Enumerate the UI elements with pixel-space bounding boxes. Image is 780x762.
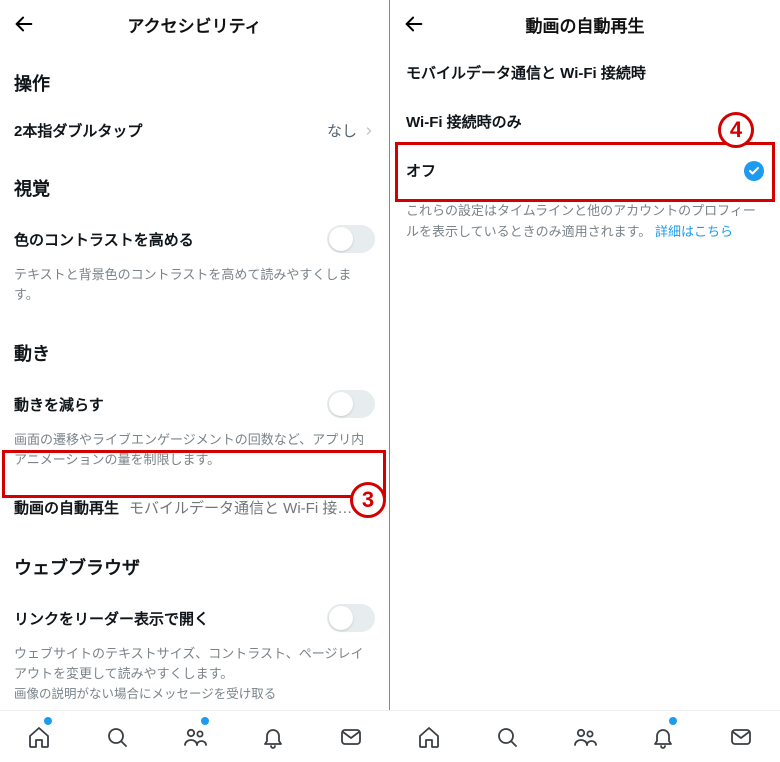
home-icon (417, 725, 441, 749)
section-motion: 動き (0, 318, 389, 378)
row-reader: リンクをリーダー表示で開く (0, 592, 389, 644)
nav-home[interactable] (0, 711, 78, 762)
row-autoplay[interactable]: 動画の自動再生 モバイルデータ通信と Wi-Fi 接… (0, 483, 389, 532)
option-label: Wi-Fi 接続時のみ (406, 111, 522, 132)
page-title: 動画の自動再生 (390, 12, 780, 37)
row-label: 動きを減らす (14, 394, 104, 415)
reduce-motion-toggle[interactable] (327, 390, 375, 418)
notification-dot (201, 717, 209, 725)
helper-text: 画面の遷移やライブエンゲージメントの回数など、アプリ内アニメーションの量を制限し… (0, 430, 389, 483)
notification-dot (44, 717, 52, 725)
envelope-icon (729, 725, 753, 749)
check-icon (744, 161, 764, 181)
section-visual: 視覚 (0, 153, 389, 213)
autoplay-screen: 動画の自動再生 モバイルデータ通信と Wi-Fi 接続時 Wi-Fi 接続時のみ… (390, 0, 780, 715)
page-title: アクセシビリティ (0, 12, 389, 37)
row-two-finger-tap[interactable]: 2本指ダブルタップ なし (0, 108, 389, 153)
nav-communities-2[interactable] (546, 711, 624, 762)
nav-notifications[interactable] (234, 711, 312, 762)
back-button[interactable] (4, 4, 44, 44)
nav-search-2[interactable] (468, 711, 546, 762)
row-label: リンクをリーダー表示で開く (14, 608, 209, 629)
helper-text: テキストと背景色のコントラストを高めて読みやすくします。 (0, 265, 389, 318)
bottom-nav (0, 710, 780, 762)
contrast-toggle[interactable] (327, 225, 375, 253)
row-value: なし (327, 120, 357, 141)
nav-notifications-2[interactable] (624, 711, 702, 762)
option-mobile-wifi[interactable]: モバイルデータ通信と Wi-Fi 接続時 (390, 48, 780, 97)
option-label: オフ (406, 160, 436, 181)
row-label: 2本指ダブルタップ (14, 120, 142, 141)
option-label: モバイルデータ通信と Wi-Fi 接続時 (406, 62, 646, 83)
home-icon (27, 725, 51, 749)
people-icon (572, 725, 598, 749)
row-label: 色のコントラストを高める (14, 229, 194, 250)
search-icon (105, 725, 129, 749)
nav-home-2[interactable] (390, 711, 468, 762)
row-label: 動画の自動再生 (14, 497, 119, 518)
helper-text: これらの設定はタイムラインと他のアカウントのプロフィールを表示しているときのみ適… (390, 195, 780, 243)
nav-messages[interactable] (312, 711, 390, 762)
search-icon (495, 725, 519, 749)
header: アクセシビリティ (0, 0, 389, 48)
row-value: モバイルデータ通信と Wi-Fi 接… (129, 497, 352, 518)
row-contrast: 色のコントラストを高める (0, 213, 389, 265)
people-icon (182, 725, 208, 749)
details-link[interactable]: 詳細はこちら (655, 224, 733, 239)
accessibility-screen: アクセシビリティ 操作 2本指ダブルタップ なし 視覚 色のコントラストを高める… (0, 0, 390, 715)
notification-dot (669, 717, 677, 725)
media-helper: 画像の説明がない場合にメッセージを受け取る (14, 685, 376, 710)
chevron-right-icon (363, 124, 375, 138)
header: 動画の自動再生 (390, 0, 780, 48)
reader-toggle[interactable] (327, 604, 375, 632)
nav-search[interactable] (78, 711, 156, 762)
bell-icon (651, 725, 675, 749)
option-wifi-only[interactable]: Wi-Fi 接続時のみ (390, 97, 780, 146)
section-operation: 操作 (0, 48, 389, 108)
nav-communities[interactable] (156, 711, 234, 762)
row-reduce-motion: 動きを減らす (0, 378, 389, 430)
arrow-left-icon (403, 13, 425, 35)
bell-icon (261, 725, 285, 749)
nav-messages-2[interactable] (702, 711, 780, 762)
option-off[interactable]: オフ (390, 146, 780, 195)
back-button[interactable] (394, 4, 434, 44)
arrow-left-icon (13, 13, 35, 35)
envelope-icon (339, 725, 363, 749)
section-browser: ウェブブラウザ (0, 532, 389, 592)
